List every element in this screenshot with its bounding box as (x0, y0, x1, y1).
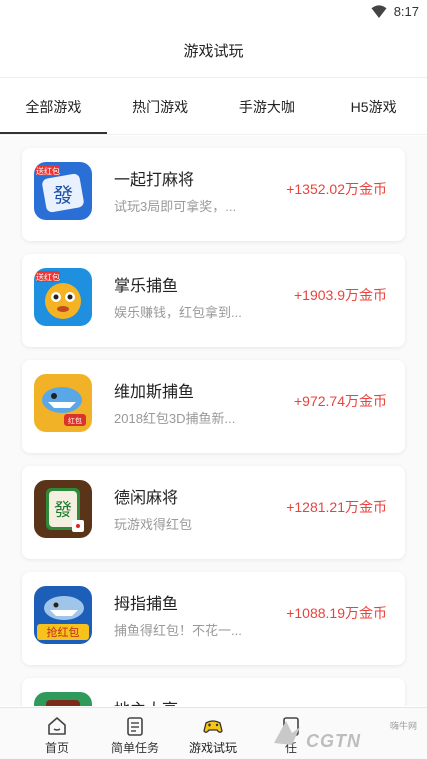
game-description: 玩游戏得红包 (114, 517, 193, 532)
svg-text:送红包: 送红包 (36, 166, 60, 176)
game-card[interactable]: 發 送红包 一起打麻将 试玩3局即可拿奖，... +1352.02万金币 (22, 148, 405, 241)
nav-game-trial[interactable]: 游戏试玩 (174, 708, 252, 759)
svg-text:抢红包: 抢红包 (47, 625, 80, 639)
tab-label: H5游戏 (350, 98, 397, 115)
game-description: 试玩3局即可拿奖，... (114, 199, 237, 214)
mahjong-tile-icon: 發 (34, 480, 92, 538)
shark-icon: 红包 (34, 374, 92, 432)
status-time: 8:17 (393, 4, 419, 19)
title-bar: 游戏试玩 (0, 24, 427, 78)
bottom-nav: 首页 简单任务 游戏试玩 任 (0, 707, 427, 759)
nav-home[interactable]: 首页 (18, 708, 96, 759)
game-reward: +1903.9万金币 (294, 287, 387, 303)
game-description: 捕鱼得红包！不花一... (114, 623, 242, 638)
game-name: 拇指捕鱼 (114, 596, 179, 613)
svg-text:發: 發 (53, 183, 73, 207)
nav-simple-tasks[interactable]: 简单任务 (96, 708, 174, 759)
game-name: 地主大亨 (114, 696, 178, 706)
game-name: 维加斯捕鱼 (114, 384, 195, 401)
game-reward: +1352.02万金币 (286, 181, 387, 197)
landlord-icon (34, 692, 92, 706)
category-tabs: 全部游戏 热门游戏 手游大咖 H5游戏 (0, 79, 427, 135)
game-name: 德闲麻将 (114, 490, 179, 507)
svg-text:發: 發 (54, 500, 72, 521)
nav-label: 简单任务 (110, 741, 159, 755)
game-card[interactable]: 红包 维加斯捕鱼 2018红包3D捕鱼新... +972.74万金币 (22, 360, 405, 453)
nav-label: 游戏试玩 (188, 741, 237, 755)
status-bar: 8:17 (0, 0, 427, 24)
game-card[interactable]: 抢红包 拇指捕鱼 捕鱼得红包！不花一... +1088.19万金币 (22, 572, 405, 665)
nav-tasks[interactable]: 任 (252, 708, 330, 759)
task-icon (127, 717, 143, 736)
tab-all-games[interactable]: 全部游戏 (0, 79, 107, 134)
tab-mobile-games[interactable]: 手游大咖 (214, 79, 321, 134)
nav-label: 任 (284, 741, 297, 755)
shark-hongbao-icon: 抢红包 (34, 586, 92, 644)
game-reward: +1088.19万金币 (286, 605, 387, 621)
mahjong-icon: 發 送红包 (34, 162, 92, 220)
game-reward: +972.74万金币 (294, 393, 387, 409)
nav-label: 首页 (44, 741, 69, 755)
game-card[interactable]: 發 德闲麻将 玩游戏得红包 +1281.21万金币 (22, 466, 405, 559)
tab-hot-games[interactable]: 热门游戏 (107, 79, 214, 134)
tab-label: 热门游戏 (132, 98, 189, 115)
game-name: 掌乐捕鱼 (114, 278, 179, 295)
game-reward: +1281.21万金币 (286, 499, 387, 515)
game-list[interactable]: 發 送红包 一起打麻将 试玩3局即可拿奖，... +1352.02万金币 送红包… (0, 136, 427, 706)
svg-text:红包: 红包 (68, 416, 82, 425)
game-description: 娱乐赚钱，红包拿到... (114, 305, 242, 320)
page-title: 游戏试玩 (183, 43, 244, 60)
task-icon (283, 717, 299, 736)
tab-label: 全部游戏 (25, 98, 82, 115)
game-name: 一起打麻将 (114, 172, 195, 189)
game-card[interactable]: 地主大亨 (22, 678, 405, 706)
fish-icon: 送红包 (34, 268, 92, 326)
tab-h5-games[interactable]: H5游戏 (320, 79, 427, 134)
svg-text:送红包: 送红包 (36, 272, 60, 282)
game-description: 2018红包3D捕鱼新... (114, 411, 236, 426)
wifi-icon (371, 5, 387, 18)
home-icon (48, 717, 66, 735)
gamepad-icon (203, 720, 223, 733)
game-card[interactable]: 送红包 掌乐捕鱼 娱乐赚钱，红包拿到... +1903.9万金币 (22, 254, 405, 347)
tab-label: 手游大咖 (238, 98, 295, 115)
